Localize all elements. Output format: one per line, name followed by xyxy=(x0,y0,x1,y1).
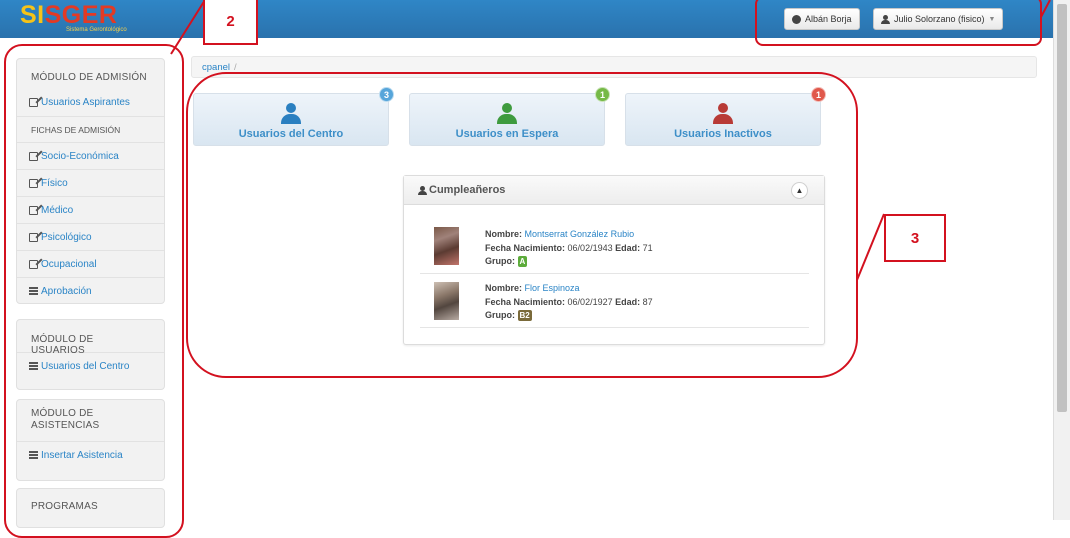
annotation-ring-content xyxy=(186,72,858,378)
annotation-ring-header xyxy=(755,0,1042,46)
breadcrumb-cpanel-link[interactable]: cpanel xyxy=(202,62,230,73)
scrollbar-thumb[interactable] xyxy=(1057,4,1067,412)
app-logo[interactable]: SISGER Sistema Gerontológico xyxy=(20,1,127,35)
breadcrumb-separator: / xyxy=(234,61,237,73)
annotation-label-3: 3 xyxy=(884,214,946,262)
annotation-label-2: 2 xyxy=(203,0,258,45)
page: SISGER Sistema Gerontológico Albán Borja… xyxy=(0,0,1070,538)
annotation-leader-3 xyxy=(856,213,885,281)
logo-text: SISGER xyxy=(20,1,118,29)
annotation-ring-sidebar xyxy=(4,44,184,538)
logo-text-part-a: SI xyxy=(20,1,45,29)
logo-subtitle: Sistema Gerontológico xyxy=(66,27,127,33)
vertical-scrollbar[interactable] xyxy=(1053,0,1070,520)
logo-text-part-b: SGER xyxy=(44,1,118,29)
